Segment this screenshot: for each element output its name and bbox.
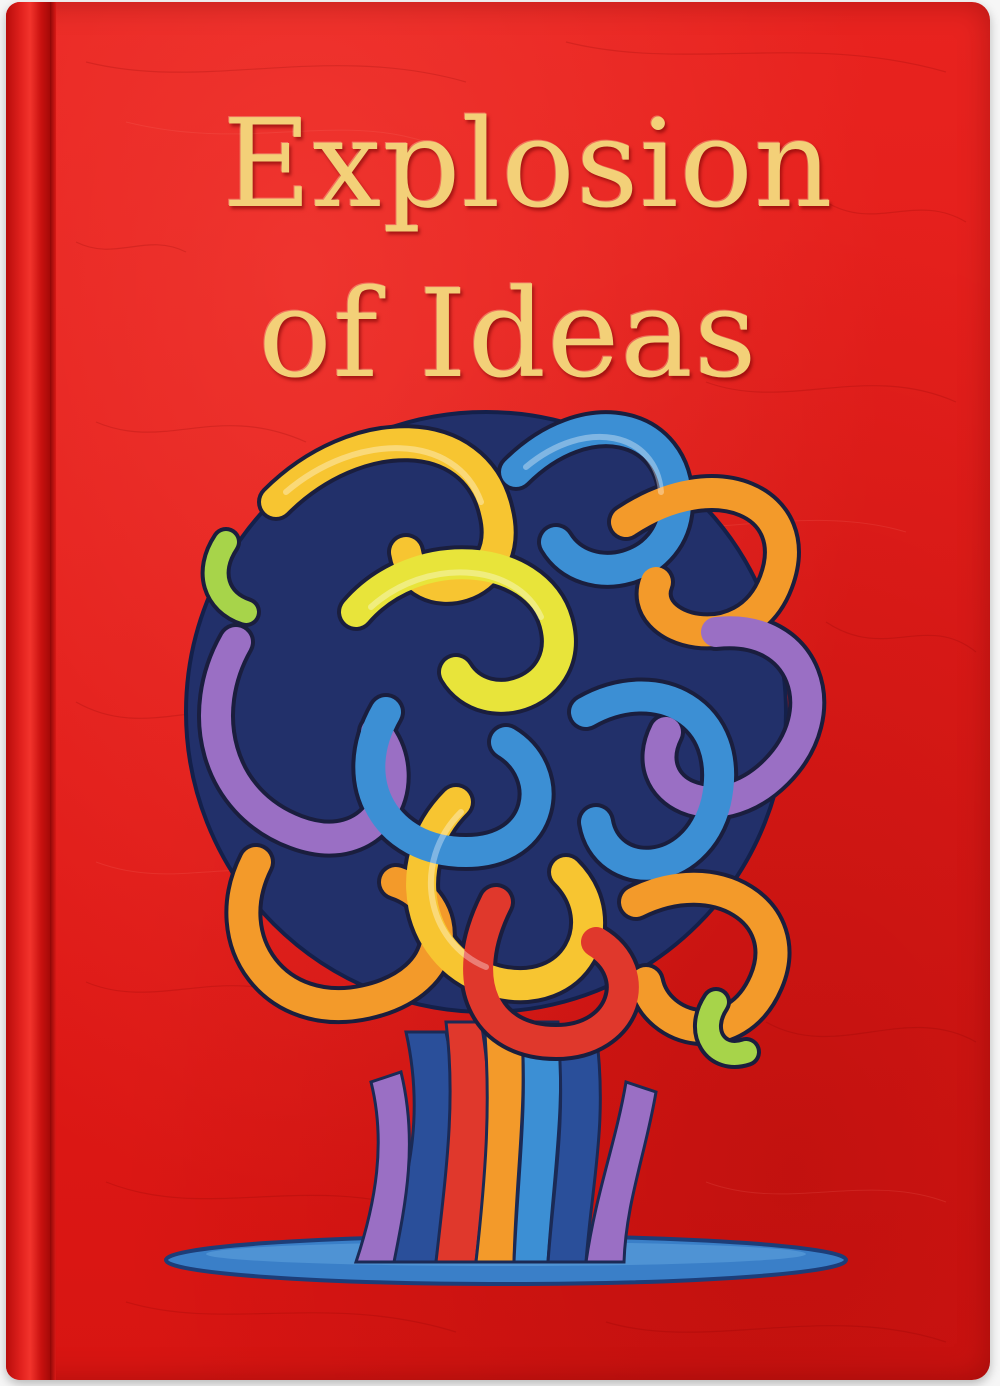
book-title-line-1: Explosion	[222, 93, 834, 235]
ribbon-tree-illustration	[164, 410, 848, 1286]
spine-groove	[50, 2, 56, 1380]
scene: Explosion of Ideas	[0, 0, 1000, 1386]
trunk	[353, 1020, 658, 1264]
book-cover: Explosion of Ideas	[6, 2, 990, 1380]
book-spine	[6, 2, 50, 1380]
